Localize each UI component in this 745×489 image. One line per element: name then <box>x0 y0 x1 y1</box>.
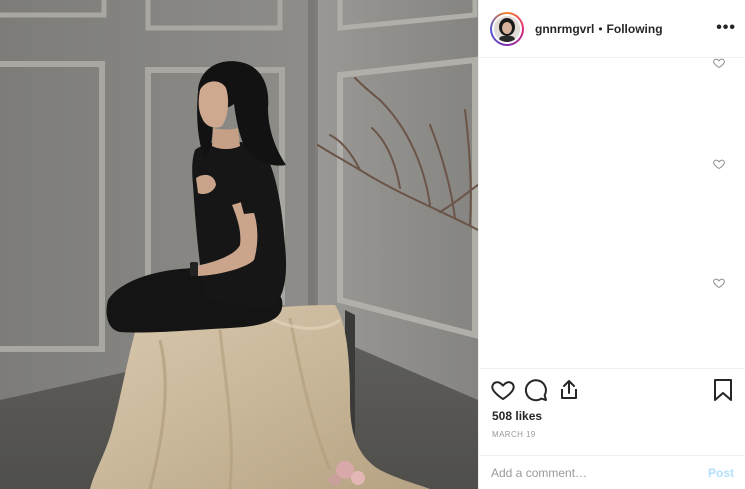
bookmark-icon[interactable] <box>712 378 734 402</box>
avatar-image <box>494 15 520 42</box>
comment-bubble-icon[interactable] <box>524 378 548 402</box>
instagram-post-view: gnnrmgvrl • Following ••• 508 likes MARC… <box>0 0 745 489</box>
share-upload-icon[interactable] <box>557 378 581 402</box>
post-side-panel: gnnrmgvrl • Following ••• 508 likes MARC… <box>478 0 745 489</box>
author-line: gnnrmgvrl • Following <box>535 22 663 36</box>
post-comment-button[interactable]: Post <box>708 466 734 480</box>
post-photo[interactable] <box>0 0 478 489</box>
comment-like-heart-icon[interactable] <box>713 58 725 69</box>
comment-input[interactable] <box>491 465 708 480</box>
avatar[interactable] <box>490 11 524 46</box>
more-options-button[interactable]: ••• <box>716 20 736 36</box>
separator-dot: • <box>598 21 603 36</box>
likes-count[interactable]: 508 likes <box>492 409 542 423</box>
post-actions: 508 likes MARCH 19 Post <box>479 368 745 488</box>
post-header: gnnrmgvrl • Following ••• <box>479 0 745 58</box>
comment-like-heart-icon[interactable] <box>713 277 725 289</box>
action-icons-row <box>491 377 590 403</box>
like-heart-icon[interactable] <box>491 378 515 402</box>
follow-button[interactable]: Following <box>607 22 663 36</box>
add-comment-form: Post <box>479 455 745 489</box>
comment-like-heart-icon[interactable] <box>713 158 725 170</box>
comments-list[interactable] <box>479 58 745 368</box>
photo-scene <box>0 0 478 489</box>
post-date[interactable]: MARCH 19 <box>492 430 536 439</box>
author-username[interactable]: gnnrmgvrl <box>535 22 594 36</box>
